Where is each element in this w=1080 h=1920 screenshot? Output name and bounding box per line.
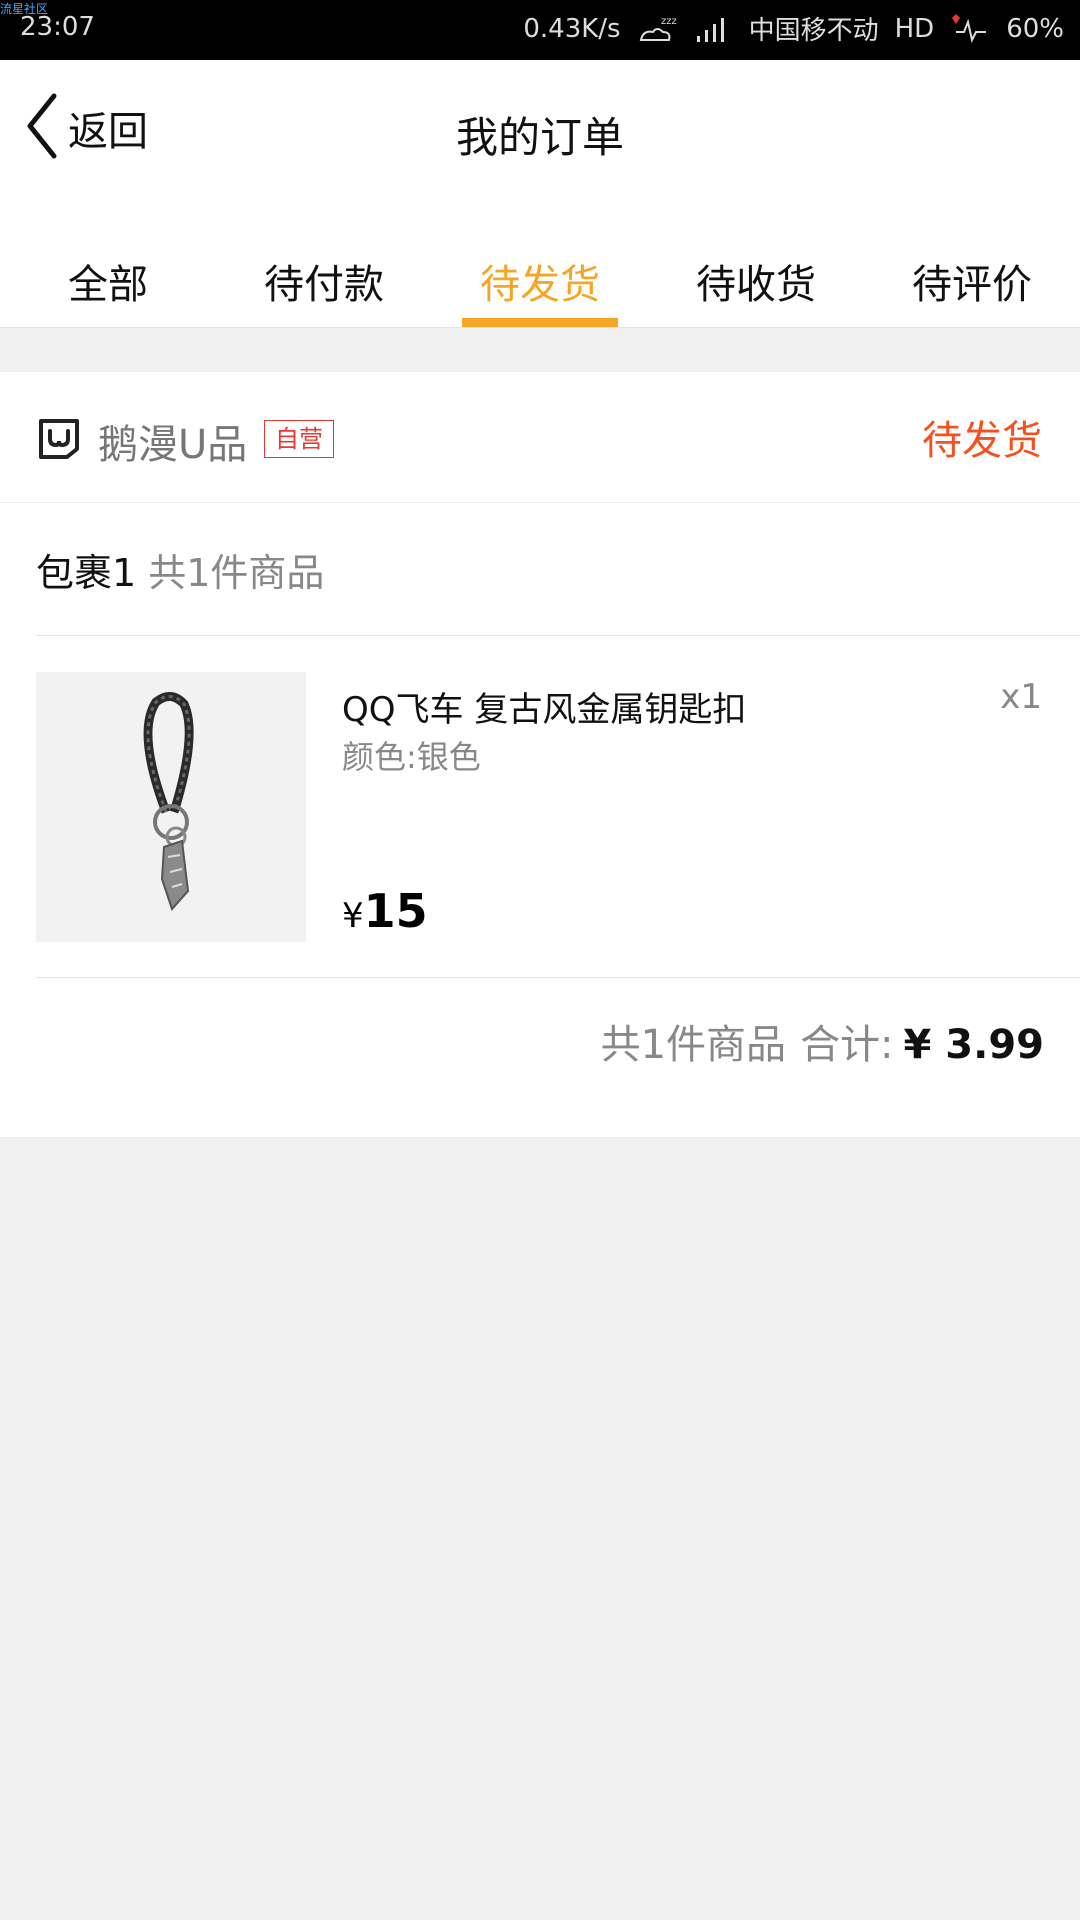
order-status: 待发货 bbox=[922, 418, 1042, 464]
product-image[interactable] bbox=[36, 672, 306, 942]
sleep-icon: zzz bbox=[637, 12, 677, 46]
status-time: 23:07 bbox=[20, 12, 95, 42]
product-variant: 颜色:银色 bbox=[342, 738, 481, 776]
tab-pending-review[interactable]: 待评价 bbox=[864, 230, 1080, 328]
svg-text:zzz: zzz bbox=[661, 16, 677, 27]
product-title[interactable]: QQ飞车 复古风金属钥匙扣 bbox=[342, 682, 746, 731]
divider bbox=[0, 327, 1080, 328]
product-price: ¥15 bbox=[342, 884, 428, 938]
summary-count: 共1件商品 bbox=[600, 1022, 787, 1068]
order-summary: 共1件商品 合计: ¥ 3.99 bbox=[601, 1012, 1044, 1070]
shop-logo-icon bbox=[36, 415, 82, 461]
summary-label: 合计: bbox=[800, 1022, 894, 1068]
status-bar: 流星社区 23:07 0.43K/s zzz 中国移不动 HD 60% bbox=[0, 0, 1080, 60]
status-right: 0.43K/s zzz 中国移不动 HD 60% bbox=[523, 10, 1064, 47]
package-label: 包裹1 bbox=[36, 551, 137, 595]
currency-symbol: ¥ bbox=[342, 896, 364, 936]
shop-row[interactable]: 鹅漫U品 自营 待发货 bbox=[0, 372, 1080, 503]
self-operated-badge: 自营 bbox=[264, 420, 334, 458]
summary-amount: ¥ 3.99 bbox=[903, 1022, 1044, 1068]
divider bbox=[36, 977, 1080, 978]
shop-name: 鹅漫U品 bbox=[98, 422, 248, 468]
divider bbox=[36, 635, 1080, 636]
net-speed: 0.43K/s bbox=[523, 13, 621, 44]
header: 返回 我的订单 全部 待付款 待发货 待收货 待评价 bbox=[0, 60, 1080, 328]
page-title: 我的订单 bbox=[455, 113, 624, 162]
hd-indicator: HD bbox=[894, 13, 935, 44]
price-value: 15 bbox=[363, 884, 428, 938]
tab-all[interactable]: 全部 bbox=[0, 230, 216, 328]
order-card[interactable]: 鹅漫U品 自营 待发货 包裹1 共1件商品 QQ飞车 复古风金属钥匙扣 颜色:银色… bbox=[0, 372, 1080, 1137]
tab-pending-receipt[interactable]: 待收货 bbox=[648, 230, 864, 328]
product-quantity: x1 bbox=[1000, 677, 1042, 717]
package-header: 包裹1 共1件商品 bbox=[36, 542, 324, 597]
tab-pending-shipment[interactable]: 待发货 bbox=[432, 230, 648, 328]
tab-pending-payment[interactable]: 待付款 bbox=[216, 230, 432, 328]
battery-level: 60% bbox=[1006, 13, 1064, 44]
package-count: 共1件商品 bbox=[148, 551, 325, 595]
heart-rate-icon bbox=[950, 12, 990, 46]
order-tabs: 全部 待付款 待发货 待收货 待评价 bbox=[0, 230, 1080, 328]
carrier-name: 中国移不动 bbox=[748, 16, 879, 46]
signal-icon bbox=[693, 12, 733, 46]
